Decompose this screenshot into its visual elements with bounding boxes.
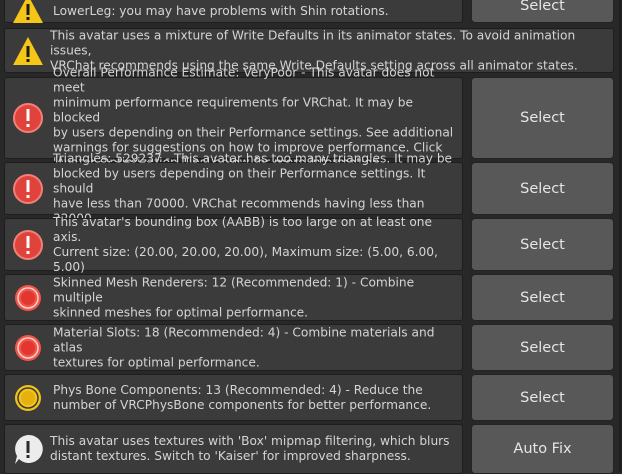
error-box: Triangles: 529237 - This avatar has too … (4, 151, 463, 225)
perf-text: Material Slots: 18 (Recommended: 4) - Co… (53, 325, 435, 369)
poor-rank-icon (15, 384, 41, 411)
error-text: This avatar's bounding box (AABB) is too… (53, 214, 438, 274)
warning-triangle-icon (13, 0, 43, 23)
info-icon (15, 434, 43, 464)
error-icon (13, 103, 43, 133)
select-button[interactable]: Select (471, 0, 614, 23)
error-row-bounding-box: This avatar's bounding box (AABB) is too… (4, 215, 614, 274)
perf-box: Phys Bone Components: 13 (Recommended: 4… (4, 374, 463, 421)
warning-row-shin: LowerLeg: you may have problems with Shi… (4, 0, 614, 23)
info-text: This avatar uses textures with 'Box' mip… (50, 434, 450, 463)
select-button[interactable]: Select (471, 274, 614, 321)
error-row-performance-estimate: Overall Performance Estimate: VeryPoor -… (4, 66, 614, 170)
perf-box: Skinned Mesh Renderers: 12 (Recommended:… (4, 274, 463, 321)
error-box: This avatar's bounding box (AABB) is too… (4, 215, 463, 274)
warning-triangle-icon (13, 36, 43, 65)
perf-text: Phys Bone Components: 13 (Recommended: 4… (53, 382, 432, 412)
select-button[interactable]: Select (471, 162, 614, 215)
info-row-mipmap: This avatar uses textures with 'Box' mip… (4, 424, 614, 474)
select-button[interactable]: Select (471, 77, 614, 159)
warning-box: LowerLeg: you may have problems with Shi… (4, 0, 463, 23)
very-poor-rank-icon (15, 284, 41, 311)
perf-row-phys-bones: Phys Bone Components: 13 (Recommended: 4… (4, 374, 614, 421)
perf-row-skinned-mesh: Skinned Mesh Renderers: 12 (Recommended:… (4, 274, 614, 321)
select-button[interactable]: Select (471, 218, 614, 271)
perf-box: Material Slots: 18 (Recommended: 4) - Co… (4, 324, 463, 371)
perf-row-material-slots: Material Slots: 18 (Recommended: 4) - Co… (4, 324, 614, 371)
select-button[interactable]: Select (471, 374, 614, 421)
very-poor-rank-icon (15, 334, 41, 361)
select-button[interactable]: Select (471, 324, 614, 371)
error-icon (13, 173, 43, 204)
info-box: This avatar uses textures with 'Box' mip… (4, 424, 463, 474)
warning-text: LowerLeg: you may have problems with Shi… (53, 4, 389, 18)
error-icon (13, 229, 43, 260)
error-row-triangles: Triangles: 529237 - This avatar has too … (4, 151, 614, 225)
error-box: Overall Performance Estimate: VeryPoor -… (4, 66, 463, 170)
auto-fix-button[interactable]: Auto Fix (471, 424, 614, 474)
perf-text: Skinned Mesh Renderers: 12 (Recommended:… (53, 275, 415, 319)
